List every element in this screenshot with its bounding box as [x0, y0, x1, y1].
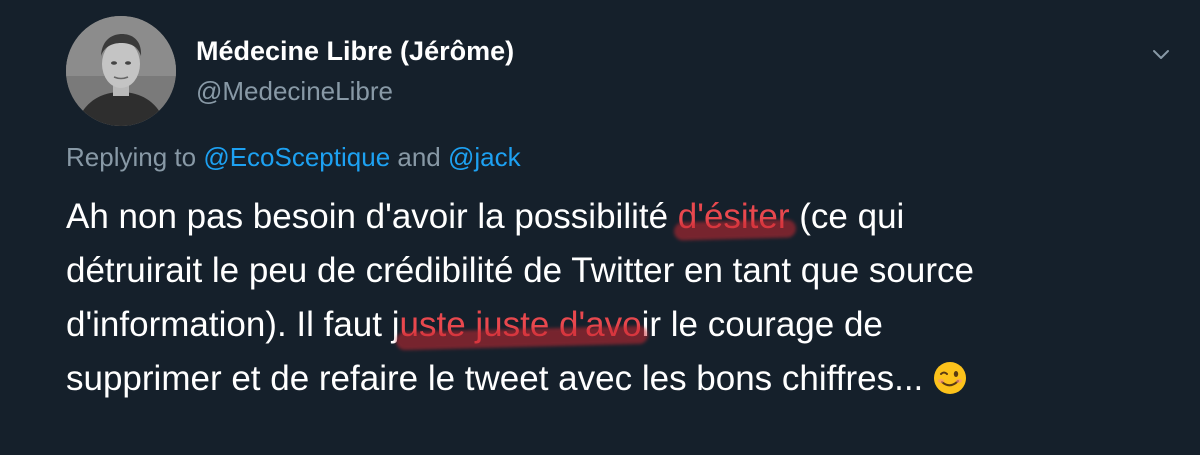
replying-prefix: Replying to	[66, 142, 204, 172]
tweet-line-1: Ah non pas besoin d'avoir la possibilité…	[66, 190, 1166, 244]
replying-to: Replying to @EcoSceptique and @jack	[66, 142, 521, 173]
tweet-card: Médecine Libre (Jérôme) @MedecineLibre R…	[0, 0, 1200, 455]
tweet-text-segment: Ah non pas besoin d'avoir la possibilité	[66, 197, 678, 236]
tweet-line-3: d'information). Il faut juste juste d'av…	[66, 298, 1166, 352]
winking-face-emoji	[933, 357, 967, 394]
tweet-line-2: détruirait le peu de crédibilité de Twit…	[66, 251, 974, 290]
avatar[interactable]	[66, 16, 176, 126]
highlighted-phrase: uste juste d'avo	[399, 305, 642, 344]
tweet-line-4: supprimer et de refaire le tweet avec le…	[66, 352, 1166, 406]
mention-link-jack[interactable]: @jack	[448, 142, 521, 172]
avatar-photo	[66, 16, 176, 126]
replying-and: and	[390, 142, 448, 172]
highlighted-word: d'ésiter	[677, 197, 790, 236]
author-handle[interactable]: @MedecineLibre	[196, 76, 393, 107]
mention-link-ecosceptique[interactable]: @EcoSceptique	[203, 142, 390, 172]
tweet-text-segment: (ce qui	[789, 197, 905, 236]
tweet-text: Ah non pas besoin d'avoir la possibilité…	[66, 190, 1166, 406]
chevron-down-icon[interactable]	[1150, 44, 1172, 66]
tweet-text-segment: ir le courage de	[641, 305, 883, 344]
tweet-text-segment: supprimer et de refaire le tweet avec le…	[66, 359, 924, 398]
tweet-text-segment: d'information). Il faut j	[66, 305, 400, 344]
author-name[interactable]: Médecine Libre (Jérôme)	[196, 36, 514, 67]
